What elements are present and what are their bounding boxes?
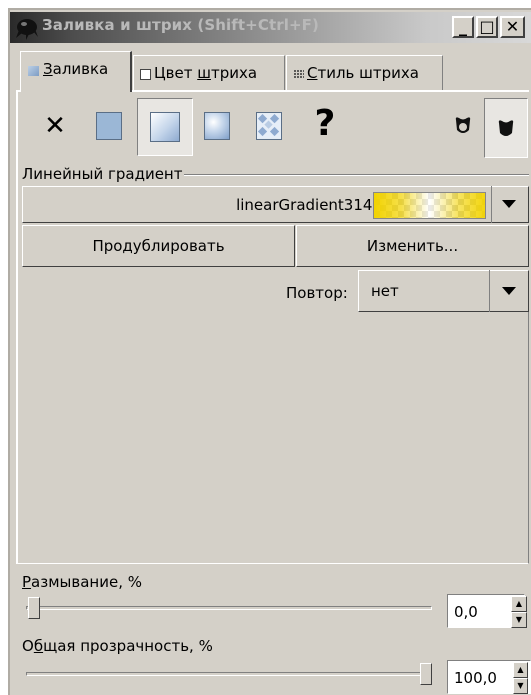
dropdown-arrow-icon — [502, 287, 516, 295]
spin-up-icon: ▲ — [515, 599, 523, 608]
close-icon: ✕ — [505, 17, 520, 36]
tab-stroke-paint-mnemonic: ш — [197, 64, 211, 82]
opacity-label-text: щая прозрачность, % — [43, 637, 213, 655]
minimize-button[interactable]: _ — [452, 16, 474, 38]
tab-stroke-paint[interactable]: Цвет штриха — [133, 55, 285, 91]
blur-slider-track[interactable] — [26, 606, 432, 610]
panel-left-edge — [16, 92, 18, 564]
unset-paint-icon: ? — [314, 103, 336, 144]
evenodd-icon — [455, 117, 471, 133]
opacity-label-pre: О — [22, 637, 34, 655]
maximize-icon: □ — [479, 17, 495, 36]
tab-stroke-paint-label: триха — [210, 64, 258, 82]
stroke-style-tab-icon — [294, 70, 304, 78]
gradient-dropdown-button[interactable] — [491, 186, 528, 223]
gradient-editor-area — [16, 312, 529, 564]
close-button[interactable]: ✕ — [500, 16, 525, 38]
spin-up-icon: ▲ — [517, 665, 524, 674]
inkscape-logo-icon — [16, 19, 38, 40]
tab-stroke-style-label: тиль штриха — [317, 64, 419, 82]
edit-button[interactable]: Изменить... — [296, 225, 529, 267]
opacity-label: Общая прозрачность, % — [22, 637, 213, 655]
blur-slider-thumb[interactable] — [28, 597, 40, 619]
fill-tab-icon — [28, 66, 39, 76]
repeat-dropdown-button[interactable] — [489, 270, 528, 312]
blur-increment-button[interactable]: ▲ — [511, 596, 527, 612]
fill-rule-nonzero-button[interactable] — [484, 98, 528, 158]
stroke-paint-tab-icon — [140, 69, 151, 80]
fill-rule-evenodd-button[interactable] — [450, 112, 476, 140]
pattern-icon — [256, 112, 282, 140]
tab-fill-mnemonic: З — [43, 60, 53, 78]
gradient-name: linearGradient3142 — [236, 196, 382, 214]
opacity-decrement-button[interactable]: ▼ — [513, 678, 528, 694]
blur-value: 0,0 — [454, 603, 478, 621]
nonzero-icon — [498, 120, 514, 136]
spin-down-icon: ▼ — [515, 615, 523, 624]
minimize-icon: _ — [459, 17, 467, 36]
opacity-mnemonic: б — [33, 637, 44, 655]
duplicate-button[interactable]: Продублировать — [22, 225, 295, 267]
opacity-increment-button[interactable]: ▲ — [513, 662, 528, 678]
flat-color-icon — [96, 112, 122, 140]
tab-stroke-paint-label-pre: Цвет — [154, 64, 198, 82]
tab-fill-label: аливка — [52, 60, 109, 78]
opacity-value: 100,0 — [454, 669, 497, 687]
repeat-select[interactable]: нет — [358, 270, 529, 312]
tab-stroke-style-mnemonic: С — [307, 64, 318, 82]
blur-decrement-button[interactable]: ▼ — [511, 612, 527, 628]
flat-color-button[interactable] — [92, 108, 126, 144]
blur-label: Размывание, % — [22, 573, 142, 591]
duplicate-label: Продублировать — [92, 237, 225, 255]
no-paint-icon: ✕ — [44, 111, 66, 141]
gradient-preview-swatch — [373, 192, 486, 219]
blur-label-text: азмывание, % — [31, 573, 142, 591]
radial-gradient-button[interactable] — [200, 108, 234, 144]
spin-down-icon: ▼ — [517, 681, 524, 690]
tab-stroke-style[interactable]: Стиль штриха — [286, 55, 443, 91]
repeat-value: нет — [371, 282, 399, 300]
pattern-button[interactable] — [252, 108, 286, 144]
opacity-slider-track[interactable] — [26, 672, 432, 676]
radial-gradient-icon — [204, 112, 230, 140]
tab-fill[interactable]: Заливка — [20, 51, 132, 92]
window-title: Заливка и штрих (Shift+Ctrl+F) — [42, 16, 319, 34]
no-paint-button[interactable]: ✕ — [40, 108, 70, 144]
gradient-selector[interactable]: linearGradient3142 — [22, 186, 529, 223]
linear-gradient-button[interactable] — [137, 98, 193, 156]
dropdown-arrow-icon — [502, 200, 516, 208]
edit-label: Изменить... — [366, 237, 459, 255]
gradient-group-label: Линейный градиент — [22, 165, 185, 183]
repeat-label: Повтор: — [286, 284, 348, 302]
blur-mnemonic: Р — [22, 573, 32, 591]
opacity-slider-thumb[interactable] — [420, 663, 432, 685]
maximize-button[interactable]: □ — [476, 16, 498, 38]
unset-paint-button[interactable]: ? — [312, 104, 338, 144]
linear-gradient-icon — [150, 112, 180, 142]
